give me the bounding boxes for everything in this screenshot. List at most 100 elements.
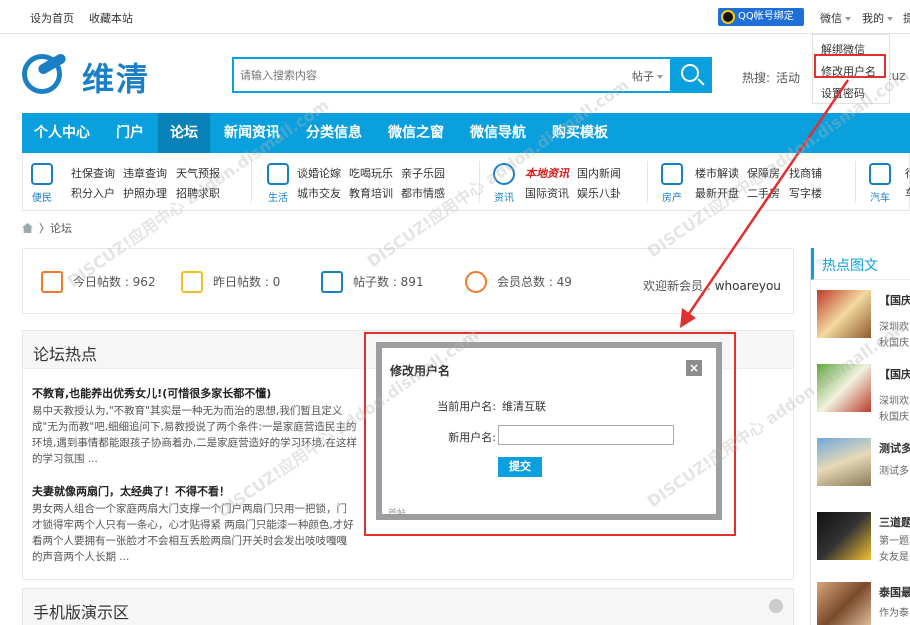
sidebar-item-desc: 测试多: [879, 466, 909, 477]
search-bar: 帖子: [232, 57, 712, 93]
sidebar-item[interactable]: 三道题 第一题 女友是: [817, 512, 910, 576]
close-icon[interactable]: ×: [686, 360, 702, 376]
hot-keyword[interactable]: 活动: [776, 71, 800, 85]
nav-item-portal[interactable]: 门户: [116, 113, 144, 153]
category-link[interactable]: 娱乐八卦: [577, 185, 621, 201]
globe-icon: [493, 163, 515, 185]
category-label: 汽车: [870, 193, 890, 204]
dialog-title: 修改用户名: [390, 364, 451, 378]
nav-item-forum[interactable]: 论坛: [158, 113, 210, 153]
category-link[interactable]: 行: [905, 165, 910, 181]
wechat-menu[interactable]: 微信: [820, 10, 851, 26]
sidebar-item[interactable]: 【国庆 深圳欢 秋国庆: [817, 364, 910, 428]
umbrella-icon: [31, 163, 53, 185]
breadcrumb-separator: 〉: [39, 222, 50, 235]
bookmark-link[interactable]: 收藏本站: [89, 10, 133, 26]
category-link[interactable]: 二手房: [747, 185, 780, 201]
mine-menu[interactable]: 我的: [862, 10, 893, 26]
sidebar-item[interactable]: 泰国最 作为泰: [817, 582, 910, 625]
category-link[interactable]: 谈婚论嫁: [297, 165, 341, 181]
category-link[interactable]: 都市情感: [401, 185, 445, 201]
sidebar-item[interactable]: 【国庆 深圳欢 秋国庆: [817, 290, 910, 354]
calendar-icon: [181, 271, 203, 293]
sidebar-title: 热点图文: [822, 258, 878, 274]
nav-item-wechat-nav[interactable]: 微信导航: [470, 113, 526, 153]
panel-title: 论坛热点: [33, 345, 98, 364]
category-news: 资讯 本地资讯 国内新闻 国际资讯 娱乐八卦: [485, 153, 645, 210]
divider: [647, 161, 648, 203]
house-icon: [661, 163, 683, 185]
forum-stats: 今日帖数 : 962 昨日帖数 : 0 帖子数 : 891 会员总数 : 49 …: [22, 248, 794, 314]
category-link[interactable]: 天气预报: [176, 165, 220, 181]
logo-text: 维清: [82, 60, 151, 98]
category-link[interactable]: 车: [905, 185, 910, 201]
sidebar-item-desc: 深圳欢: [879, 322, 909, 333]
category-label: 生活: [268, 193, 288, 204]
site-logo[interactable]: 维清: [22, 52, 172, 98]
category-link-highlight[interactable]: 本地资讯: [525, 165, 569, 181]
breadcrumb-current[interactable]: 论坛: [50, 222, 72, 235]
top-bar: 设为首页 收藏本站 QQ帐号绑定 微信 我的 提: [0, 0, 910, 34]
welcome-new-member: 欢迎新会员 : whoareyou: [643, 277, 781, 294]
category-link[interactable]: 社保查询: [71, 165, 115, 181]
divider: [251, 161, 252, 203]
category-link[interactable]: 楼市解读: [695, 165, 739, 181]
cup-icon: [267, 163, 289, 185]
search-type-select[interactable]: 帖子: [632, 68, 663, 84]
stat-yesterday-text: 昨日帖数 : 0: [213, 275, 281, 289]
set-password-item[interactable]: 设置密码: [821, 85, 865, 101]
category-label: 资讯: [494, 193, 514, 204]
search-button[interactable]: [670, 57, 712, 93]
post-title[interactable]: 不教育,也能养出优秀女儿!(可惜很多家长都不懂): [32, 385, 271, 401]
category-link[interactable]: 写字楼: [789, 185, 822, 201]
sidebar-item-desc: 秋国庆: [879, 338, 909, 349]
category-link[interactable]: 教育培训: [349, 185, 393, 201]
chevron-down-icon: [657, 75, 663, 79]
mobile-demo-panel: 手机版演示区: [22, 588, 794, 625]
landscape-thumbnail: [817, 438, 871, 486]
hot-search-label: 热搜:: [742, 71, 771, 85]
category-link[interactable]: 违章查询: [123, 165, 167, 181]
breadcrumb: 〉论坛: [22, 220, 72, 236]
category-link[interactable]: 护照办理: [123, 185, 167, 201]
submit-button[interactable]: 提交: [498, 457, 542, 477]
qq-bind-button[interactable]: QQ帐号绑定: [718, 8, 804, 26]
category-link[interactable]: 招聘求职: [176, 185, 220, 201]
category-link[interactable]: 最新开盘: [695, 185, 739, 201]
category-link[interactable]: 城市交友: [297, 185, 341, 201]
category-link[interactable]: 积分入户: [71, 185, 115, 201]
sidebar-item-desc: 深圳欢: [879, 396, 909, 407]
excerpt-line: 成"无为而教"吧,细细追问下,易教授说了两个条件:一是家庭营造民主的: [32, 421, 357, 433]
category-link[interactable]: 保障房: [747, 165, 780, 181]
category-link[interactable]: 国际资讯: [525, 185, 569, 201]
hot-search: 热搜: 活动: [742, 69, 800, 86]
hot-images-sidebar: 热点图文 【国庆 深圳欢 秋国庆 【国庆 深圳欢 秋国庆 测试多 测试多 三道题…: [810, 248, 910, 625]
collapse-icon[interactable]: [769, 599, 783, 613]
category-label: 便民: [32, 193, 52, 204]
nav-item-classifieds[interactable]: 分类信息: [306, 113, 362, 153]
stat-posts-text: 帖子数 : 891: [353, 275, 424, 289]
category-link[interactable]: 国内新闻: [577, 165, 621, 181]
sidebar-item[interactable]: 测试多 测试多: [817, 438, 910, 502]
nav-item-news[interactable]: 新闻资讯: [224, 113, 280, 153]
search-icon: [681, 64, 699, 82]
set-home-link[interactable]: 设为首页: [30, 10, 74, 26]
sidebar-item-title: 【国庆: [879, 368, 910, 381]
category-link[interactable]: 找商铺: [789, 165, 822, 181]
nav-item-buy-template[interactable]: 购买模板: [552, 113, 608, 153]
home-icon[interactable]: [22, 223, 33, 233]
category-link[interactable]: 亲子乐园: [401, 165, 445, 181]
truncated-link[interactable]: 提: [903, 10, 910, 26]
search-input[interactable]: [240, 66, 600, 84]
new-username-input[interactable]: [498, 425, 674, 445]
new-member-link[interactable]: whoareyou: [715, 279, 781, 293]
search-type-label: 帖子: [632, 70, 654, 83]
category-link[interactable]: 吃喝玩乐: [349, 165, 393, 181]
wechat-label: 微信: [820, 12, 842, 25]
category-realestate: 房产 楼市解读 保障房 找商铺 最新开盘 二手房 写字楼: [653, 153, 853, 210]
document-icon: [321, 271, 343, 293]
nav-item-profile[interactable]: 个人中心: [34, 113, 90, 153]
nav-item-wechat-window[interactable]: 微信之窗: [388, 113, 444, 153]
post-title[interactable]: 夫妻就像两扇门，太经典了！不得不看！: [32, 483, 230, 499]
sidebar-item-desc: 作为泰: [879, 608, 909, 619]
